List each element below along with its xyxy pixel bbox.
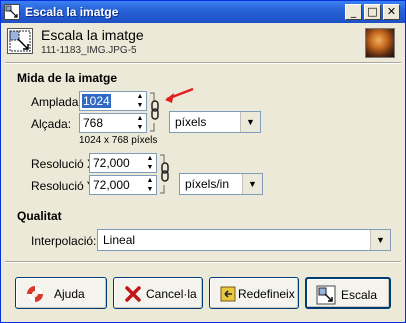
cancel-button[interactable]: Cancel·la xyxy=(113,277,203,309)
header-separator xyxy=(5,62,401,64)
cancel-button-label: Cancel·la xyxy=(146,287,197,301)
width-spin-arrows[interactable]: ▲ ▼ xyxy=(134,92,146,110)
window-title: Escala la imatge xyxy=(25,5,119,19)
height-spinbox[interactable]: 768 ▲ ▼ xyxy=(79,113,147,133)
size-chain-link-icon[interactable] xyxy=(149,91,161,133)
resolution-x-value[interactable]: 72,000 xyxy=(93,156,130,170)
help-button[interactable]: Ajuda xyxy=(15,277,107,309)
scale-image-dialog: Escala la imatge _ □ ✕ Escala la imatge … xyxy=(0,0,406,323)
resolution-y-spinbox[interactable]: 72,000 ▲ ▼ xyxy=(89,175,157,195)
minimize-button[interactable]: _ xyxy=(345,4,362,20)
image-thumbnail xyxy=(365,28,395,58)
spin-down-icon[interactable]: ▼ xyxy=(134,101,146,110)
spin-up-icon[interactable]: ▲ xyxy=(134,114,146,123)
chevron-down-icon[interactable]: ▼ xyxy=(242,174,262,194)
scale-button[interactable]: Escala xyxy=(305,277,391,309)
scale-button-label: Escala xyxy=(341,288,378,302)
buttons-separator xyxy=(5,261,401,263)
maximize-button[interactable]: □ xyxy=(364,4,381,20)
size-unit-combo[interactable]: píxels ▼ xyxy=(169,111,261,133)
scale-tool-icon xyxy=(316,285,336,305)
resolution-x-spin-arrows[interactable]: ▲ ▼ xyxy=(144,154,156,172)
size-unit-value: píxels xyxy=(175,115,207,129)
resolution-y-label: Resolució Y: xyxy=(31,179,98,193)
image-size-section-title: Mida de la imatge xyxy=(17,71,118,85)
resolution-y-value[interactable]: 72,000 xyxy=(93,178,130,192)
header-title: Escala la imatge xyxy=(41,27,144,43)
chevron-down-icon[interactable]: ▼ xyxy=(370,230,390,250)
spin-up-icon[interactable]: ▲ xyxy=(144,176,156,185)
resolution-y-spin-arrows[interactable]: ▲ ▼ xyxy=(144,176,156,194)
title-bar[interactable]: Escala la imatge _ □ ✕ xyxy=(1,1,405,23)
annotation-arrow-icon xyxy=(165,87,194,103)
pixel-size-info: 1024 x 768 píxels xyxy=(79,135,158,146)
reset-undo-icon xyxy=(220,286,236,302)
interpolation-value: Lineal xyxy=(103,233,136,247)
interpolation-combo[interactable]: Lineal ▼ xyxy=(97,229,391,251)
cancel-x-icon xyxy=(125,286,141,302)
width-value[interactable]: 1024 xyxy=(82,94,111,108)
spin-up-icon[interactable]: ▲ xyxy=(144,154,156,163)
help-button-label: Ajuda xyxy=(54,287,85,301)
resolution-unit-combo[interactable]: píxels/in ▼ xyxy=(179,173,263,195)
interpolation-label: Interpolació: xyxy=(31,234,97,248)
spin-down-icon[interactable]: ▼ xyxy=(144,163,156,172)
spin-up-icon[interactable]: ▲ xyxy=(134,92,146,101)
help-lifebuoy-icon xyxy=(27,286,43,302)
spin-down-icon[interactable]: ▼ xyxy=(134,123,146,132)
scale-image-icon xyxy=(7,28,33,54)
chevron-down-icon[interactable]: ▼ xyxy=(240,112,260,132)
reset-button[interactable]: Redefineix xyxy=(209,277,299,309)
reset-button-label: Redefineix xyxy=(238,287,295,301)
quality-section-title: Qualitat xyxy=(17,209,62,223)
width-label: Amplada: xyxy=(31,95,82,109)
resolution-unit-value: píxels/in xyxy=(185,177,230,191)
height-value[interactable]: 768 xyxy=(83,116,103,130)
resolution-x-spinbox[interactable]: 72,000 ▲ ▼ xyxy=(89,153,157,173)
image-name: 111-1183_IMG.JPG-5 xyxy=(41,45,137,56)
width-spinbox[interactable]: 1024 ▲ ▼ xyxy=(79,91,147,111)
resolution-chain-link-icon[interactable] xyxy=(159,153,171,195)
dialog-header: Escala la imatge 111-1183_IMG.JPG-5 xyxy=(1,24,405,62)
height-label: Alçada: xyxy=(31,117,72,131)
scale-tool-icon xyxy=(4,4,20,20)
close-button[interactable]: ✕ xyxy=(383,4,400,20)
height-spin-arrows[interactable]: ▲ ▼ xyxy=(134,114,146,132)
spin-down-icon[interactable]: ▼ xyxy=(144,185,156,194)
